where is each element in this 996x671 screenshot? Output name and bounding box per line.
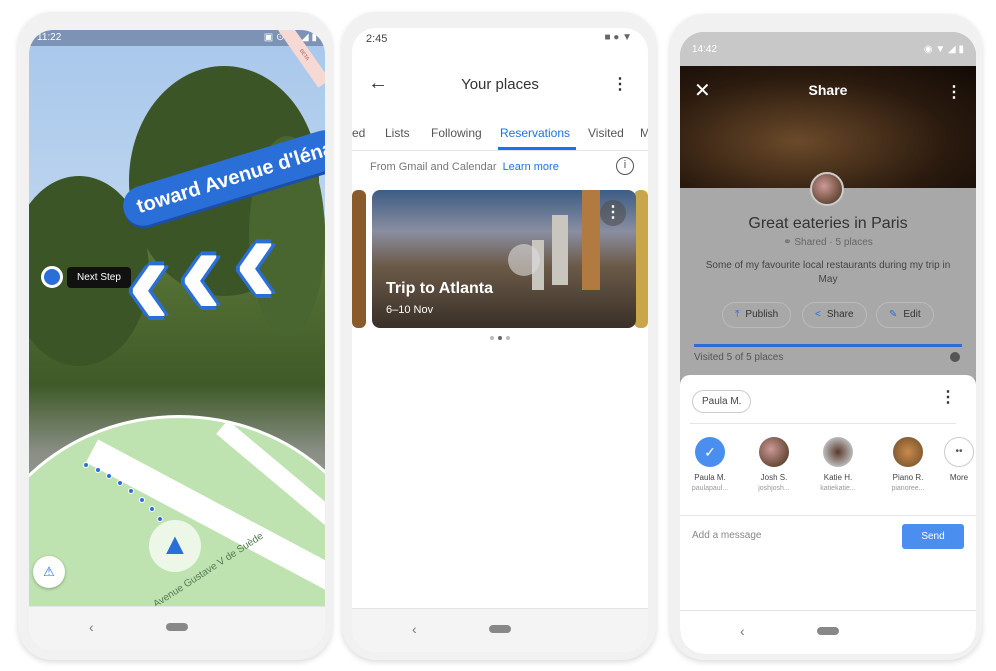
publish-label: Publish bbox=[745, 309, 779, 320]
send-button[interactable]: Send bbox=[902, 524, 964, 549]
contact-name: Josh S. bbox=[760, 473, 788, 482]
reservation-card[interactable]: ⋮ Trip to Atlanta 6–10 Nov bbox=[372, 190, 636, 328]
back-button[interactable]: ‹ bbox=[412, 621, 417, 637]
next-step-button[interactable]: Next Step bbox=[41, 266, 131, 288]
info-text: From Gmail and Calendar bbox=[370, 161, 497, 173]
share-title: Share bbox=[808, 82, 848, 98]
publish-button[interactable]: ⤒ Publish bbox=[722, 302, 792, 328]
status-time: 14:42 bbox=[692, 44, 718, 55]
visited-progress-bar bbox=[694, 344, 962, 347]
status-time: 11:22 bbox=[37, 32, 62, 43]
status-time: 2:45 bbox=[366, 33, 388, 45]
next-step-label: Next Step bbox=[67, 266, 131, 288]
phone-share-list: 14:42 ◉ ▼ ◢ ▮ ✕ Share ⋮ Great eateries in… bbox=[670, 14, 982, 660]
tab-lists[interactable]: Lists bbox=[385, 126, 410, 140]
next-card-peek[interactable] bbox=[634, 190, 648, 328]
contact-username: pianoree... bbox=[891, 485, 925, 492]
page-title: Your places bbox=[461, 76, 539, 93]
phone-navigation: 11:22▣ ⊙ 40 ◢ ▮ BETA toward Avenue d'lén… bbox=[18, 12, 332, 660]
home-button[interactable] bbox=[817, 627, 839, 635]
recipient-chip[interactable]: Paula M. bbox=[692, 390, 752, 413]
status-bar: 14:42 ◉ ▼ ◢ ▮ bbox=[680, 32, 976, 66]
system-nav-bar: ‹ bbox=[29, 606, 325, 650]
card-more-icon[interactable]: ⋮ bbox=[600, 200, 626, 226]
tab-more[interactable]: M bbox=[640, 126, 648, 140]
publish-icon: ⤒ bbox=[735, 309, 740, 320]
status-icons: ■ ● ▼ bbox=[604, 32, 632, 43]
back-button[interactable]: ‹ bbox=[89, 619, 94, 635]
learn-more-link[interactable]: Learn more bbox=[503, 161, 559, 173]
contact-username: katiekatie... bbox=[820, 485, 856, 492]
system-nav-bar: ‹ bbox=[352, 608, 648, 652]
message-row: Add a message Send bbox=[680, 515, 976, 557]
info-icon[interactable]: i bbox=[616, 157, 634, 175]
share-label: Share bbox=[826, 309, 854, 320]
previous-card-peek[interactable] bbox=[352, 190, 366, 328]
tab-reservations[interactable]: Reservations bbox=[500, 126, 570, 140]
edit-label: Edit bbox=[903, 309, 921, 320]
card-title: Trip to Atlanta bbox=[386, 280, 493, 297]
info-row: From Gmail and Calendar Learn more bbox=[370, 161, 559, 173]
contact-name: More bbox=[949, 473, 969, 482]
list-description: Some of my favourite local restaurants d… bbox=[705, 260, 951, 285]
share-button[interactable]: < Share bbox=[802, 302, 867, 328]
hotel-icon bbox=[508, 244, 540, 276]
contact-name: Katie H. bbox=[823, 473, 853, 482]
more-icon: •• bbox=[944, 437, 974, 467]
phone-your-places: 2:45 ■ ● ▼ ← Your places ⋮ ed Lists Foll… bbox=[342, 12, 656, 660]
active-tab-indicator bbox=[498, 147, 576, 150]
info-icon[interactable] bbox=[950, 352, 960, 362]
home-button[interactable] bbox=[489, 625, 511, 633]
contact-item[interactable]: ✓ Paula M. paulapaul... bbox=[680, 437, 740, 492]
check-icon: ✓ bbox=[695, 437, 725, 467]
list-title: Great eateries in Paris bbox=[748, 215, 908, 232]
chevron-left-icon: ‹ bbox=[234, 185, 278, 331]
more-contacts-button[interactable]: •• More bbox=[942, 437, 976, 482]
edit-button[interactable]: ✎ Edit bbox=[876, 302, 934, 328]
contact-name: Piano R. bbox=[892, 473, 924, 482]
contact-username: joshjosh... bbox=[758, 485, 790, 492]
edit-icon: ✎ bbox=[889, 309, 898, 320]
live-view-screen: 11:22▣ ⊙ 40 ◢ ▮ BETA toward Avenue d'lén… bbox=[29, 30, 325, 650]
carousel-pager bbox=[490, 336, 510, 340]
card-dates: 6–10 Nov bbox=[386, 304, 434, 316]
avatar bbox=[893, 437, 923, 467]
contact-name: Paula M. bbox=[694, 473, 726, 482]
contact-item[interactable]: Josh S. joshjosh... bbox=[744, 437, 804, 492]
next-step-dot-icon bbox=[41, 266, 63, 288]
your-places-screen: 2:45 ■ ● ▼ ← Your places ⋮ ed Lists Foll… bbox=[352, 28, 648, 652]
contact-item[interactable]: Katie H. katiekatie... bbox=[808, 437, 868, 492]
contact-username: paulapaul... bbox=[691, 485, 729, 492]
visited-text: Visited 5 of 5 places bbox=[694, 352, 784, 363]
tab-bar: ed Lists Following Reservations Visited … bbox=[352, 123, 648, 151]
divider bbox=[690, 423, 956, 424]
back-button[interactable]: ‹ bbox=[740, 623, 745, 639]
tab-visited[interactable]: Visited bbox=[588, 126, 624, 140]
share-sheet: Paula M. ⋮ ✓ Paula M. paulapaul... Josh S.… bbox=[680, 375, 976, 515]
more-options-icon[interactable]: ⋮ bbox=[612, 74, 628, 94]
list-meta: ⚭ Shared · 5 places bbox=[783, 237, 873, 248]
chevron-left-icon: ‹ bbox=[179, 197, 223, 343]
navigation-arrow-icon: ▲ bbox=[149, 520, 201, 572]
share-icon: < bbox=[815, 309, 821, 320]
system-nav-bar: ‹ bbox=[680, 610, 976, 654]
sheet-more-icon[interactable]: ⋮ bbox=[940, 387, 956, 407]
tab-following[interactable]: Following bbox=[431, 126, 482, 140]
avatar bbox=[823, 437, 853, 467]
share-screen: 14:42 ◉ ▼ ◢ ▮ ✕ Share ⋮ Great eateries in… bbox=[680, 32, 976, 654]
chevron-left-icon: ‹ bbox=[127, 207, 171, 353]
tab-saved[interactable]: ed bbox=[352, 126, 365, 140]
feedback-icon[interactable]: ⚠ bbox=[33, 556, 65, 588]
contact-item[interactable]: Piano R. pianoree... bbox=[878, 437, 938, 492]
home-button[interactable] bbox=[166, 623, 188, 631]
more-options-icon[interactable]: ⋮ bbox=[946, 82, 962, 102]
message-input[interactable]: Add a message bbox=[692, 530, 762, 541]
owner-avatar bbox=[810, 172, 844, 206]
mini-map[interactable] bbox=[29, 415, 325, 610]
avatar bbox=[759, 437, 789, 467]
status-icons: ◉ ▼ ◢ ▮ bbox=[923, 44, 964, 55]
